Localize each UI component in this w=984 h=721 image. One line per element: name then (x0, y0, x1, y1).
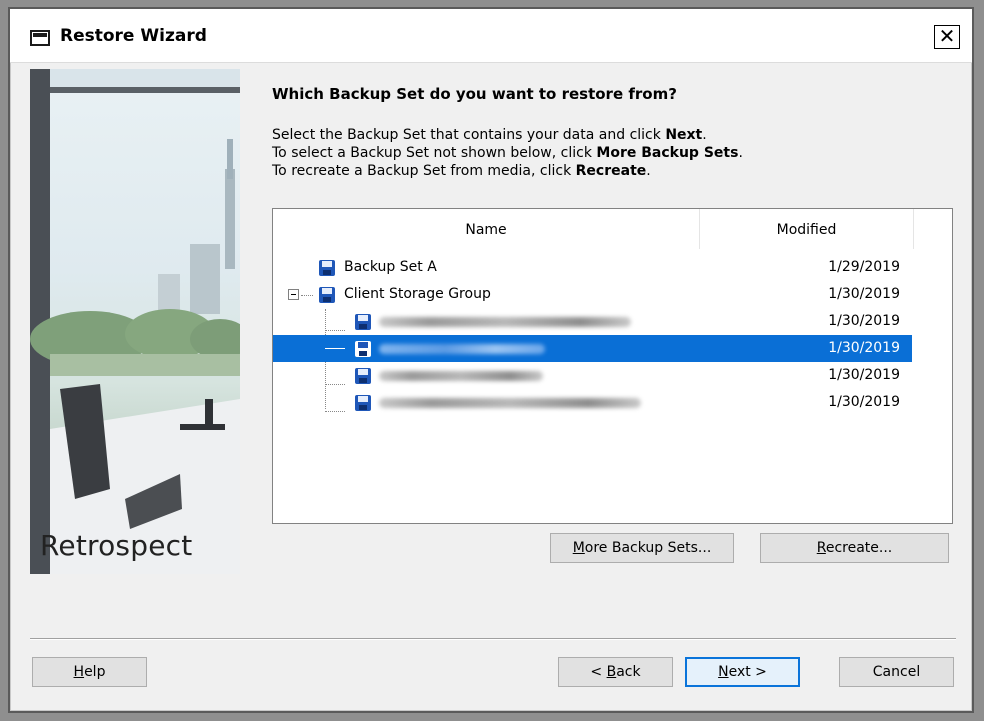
title-bar: Restore Wizard ✕ (10, 9, 972, 63)
window-icon (30, 30, 50, 46)
cancel-button[interactable]: Cancel (839, 657, 954, 687)
list-item[interactable]: Backup Set A 1/29/2019 (273, 254, 912, 281)
redacted-name (379, 371, 543, 381)
list-item[interactable]: 1/30/2019 (273, 308, 912, 335)
list-item-selected[interactable]: 1/30/2019 (273, 335, 912, 362)
column-header-name[interactable]: Name (273, 209, 700, 249)
backup-set-icon (355, 368, 371, 384)
footer-divider (30, 638, 956, 640)
tree-line (325, 348, 345, 349)
retrospect-logo: Retrospect (40, 529, 193, 562)
next-button[interactable]: Next > (685, 657, 800, 687)
modified-date: 1/30/2019 (828, 286, 900, 302)
list-item[interactable]: 1/30/2019 (273, 389, 912, 416)
backup-set-name: Backup Set A (344, 259, 437, 275)
redacted-name (379, 344, 545, 354)
wizard-side-image: Retrospect (30, 69, 240, 574)
backup-set-icon (355, 314, 371, 330)
modified-date: 1/30/2019 (828, 394, 900, 410)
collapse-tree-icon[interactable] (288, 289, 299, 300)
instruction-line: To recreate a Backup Set from media, cli… (272, 163, 651, 179)
modified-date: 1/30/2019 (828, 367, 900, 383)
list-item[interactable]: 1/30/2019 (273, 362, 912, 389)
wizard-heading: Which Backup Set do you want to restore … (272, 85, 677, 103)
backup-set-name: Client Storage Group (344, 286, 491, 302)
backup-set-list[interactable]: Name Modified Backup Set A 1/29/2019 Cli… (272, 208, 953, 524)
modified-date: 1/30/2019 (828, 340, 900, 356)
help-button[interactable]: Help (32, 657, 147, 687)
office-illustration (30, 69, 240, 574)
more-backup-sets-button[interactable]: More Backup Sets... (550, 533, 734, 563)
recreate-button[interactable]: Recreate... (760, 533, 949, 563)
instruction-line: Select the Backup Set that contains your… (272, 127, 707, 143)
modified-date: 1/30/2019 (828, 313, 900, 329)
list-header: Name Modified (273, 209, 952, 249)
restore-wizard-window: Restore Wizard ✕ Retrospect Which Backup… (8, 7, 974, 713)
column-header-modified[interactable]: Modified (700, 209, 914, 249)
redacted-name (379, 398, 641, 408)
backup-set-icon (355, 395, 371, 411)
window-title: Restore Wizard (60, 26, 207, 46)
backup-set-icon (319, 287, 335, 303)
backup-set-icon (319, 260, 335, 276)
redacted-name (379, 317, 631, 327)
list-item[interactable]: Client Storage Group 1/30/2019 (273, 281, 912, 308)
back-button[interactable]: < Back (558, 657, 673, 687)
instructions: Select the Backup Set that contains your… (272, 126, 743, 180)
backup-set-icon (355, 341, 371, 357)
modified-date: 1/29/2019 (828, 259, 900, 275)
instruction-line: To select a Backup Set not shown below, … (272, 145, 743, 161)
close-button[interactable]: ✕ (934, 25, 960, 49)
